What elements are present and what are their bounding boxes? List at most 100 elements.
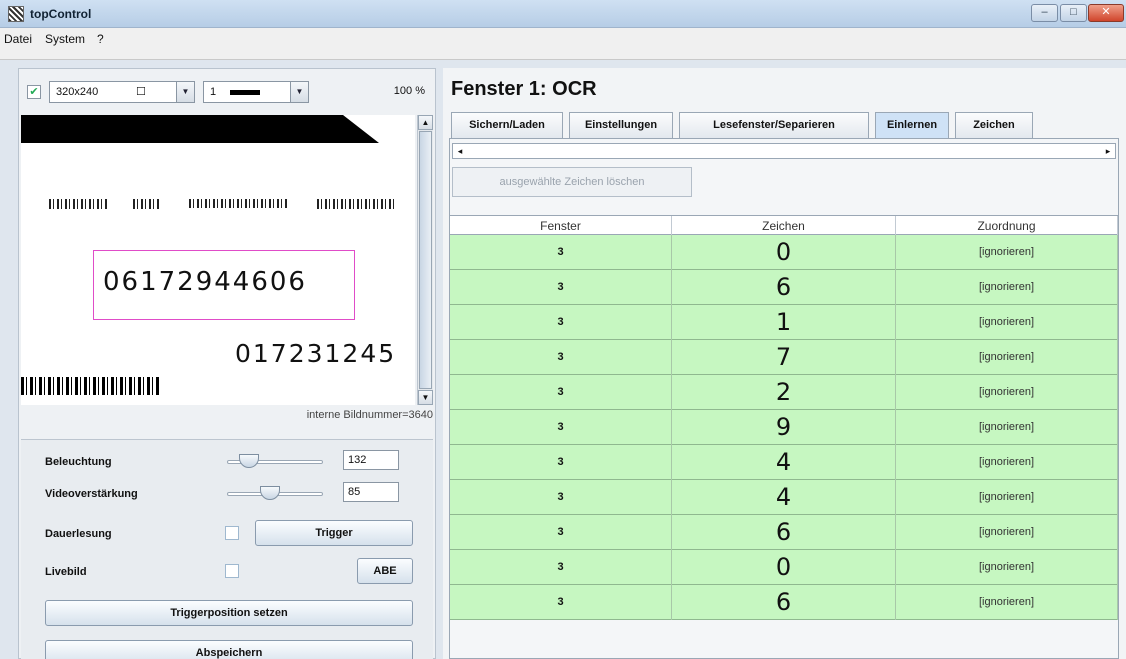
column-header-zeichen[interactable]: Zeichen xyxy=(672,216,896,236)
app-icon xyxy=(8,6,24,22)
cell-fenster[interactable]: 3 xyxy=(450,445,672,480)
abe-button[interactable]: ABE xyxy=(357,558,413,584)
column-header-zuordnung[interactable]: Zuordnung xyxy=(896,216,1118,236)
page-title: Fenster 1: OCR xyxy=(451,78,597,100)
table-row[interactable]: 3 2 [ignorieren] xyxy=(450,375,1118,410)
slider-thumb[interactable] xyxy=(260,486,280,500)
trigger-position-button[interactable]: Triggerposition setzen xyxy=(45,600,413,626)
column-header-fenster[interactable]: Fenster xyxy=(450,216,672,236)
table-row[interactable]: 3 6 [ignorieren] xyxy=(450,585,1118,620)
slider-thumb[interactable] xyxy=(239,454,259,468)
tab-characters[interactable]: Zeichen xyxy=(955,112,1033,138)
table-row[interactable]: 3 7 [ignorieren] xyxy=(450,340,1118,375)
cell-zuordnung[interactable]: [ignorieren] xyxy=(896,480,1118,515)
close-button[interactable]: ✕ xyxy=(1088,4,1124,22)
cell-zuordnung[interactable]: [ignorieren] xyxy=(896,410,1118,445)
cell-zuordnung[interactable]: [ignorieren] xyxy=(896,585,1118,620)
cell-zuordnung[interactable]: [ignorieren] xyxy=(896,375,1118,410)
camera-enable-checkbox[interactable]: ✔ xyxy=(27,85,41,99)
cell-fenster[interactable]: 3 xyxy=(450,305,672,340)
channel-select[interactable]: 1 ▼ xyxy=(203,81,309,103)
cell-zeichen[interactable]: 6 xyxy=(672,585,896,620)
live-label: Livebild xyxy=(45,566,87,578)
table-row[interactable]: 3 6 [ignorieren] xyxy=(450,515,1118,550)
minimize-button[interactable]: – xyxy=(1031,4,1058,22)
cell-fenster[interactable]: 3 xyxy=(450,270,672,305)
table-row[interactable]: 3 4 [ignorieren] xyxy=(450,480,1118,515)
live-checkbox[interactable] xyxy=(225,564,239,578)
maximize-button[interactable]: □ xyxy=(1060,4,1087,22)
tab-teach[interactable]: Einlernen xyxy=(875,112,949,138)
continuous-label: Dauerlesung xyxy=(45,528,112,540)
tab-read-window[interactable]: Lesefenster/Separieren xyxy=(679,112,869,138)
cell-fenster[interactable]: 3 xyxy=(450,515,672,550)
continuous-checkbox[interactable] xyxy=(225,526,239,540)
cell-zuordnung[interactable]: [ignorieren] xyxy=(896,515,1118,550)
chevron-down-icon[interactable]: ▼ xyxy=(290,82,308,102)
image-label-main: 06172944606 xyxy=(103,267,307,297)
scroll-left-icon[interactable]: ◂ xyxy=(453,144,467,158)
cell-fenster[interactable]: 3 xyxy=(450,410,672,445)
scroll-up-icon[interactable]: ▲ xyxy=(418,115,433,130)
cell-fenster[interactable]: 3 xyxy=(450,340,672,375)
chevron-down-icon[interactable]: ▼ xyxy=(176,82,194,102)
cell-zeichen[interactable]: 1 xyxy=(672,305,896,340)
trigger-button[interactable]: Trigger xyxy=(255,520,413,546)
cell-fenster[interactable]: 3 xyxy=(450,585,672,620)
printed-marks xyxy=(189,199,289,208)
cell-fenster[interactable]: 3 xyxy=(450,480,672,515)
cell-zeichen[interactable]: 9 xyxy=(672,410,896,445)
cell-fenster[interactable]: 3 xyxy=(450,550,672,585)
illumination-slider[interactable] xyxy=(227,454,323,468)
scroll-thumb[interactable] xyxy=(419,131,432,389)
delete-selected-characters-button[interactable]: ausgewählte Zeichen löschen xyxy=(452,167,692,197)
cell-zuordnung[interactable]: [ignorieren] xyxy=(896,305,1118,340)
resolution-select[interactable]: 320x240 ☐ ▼ xyxy=(49,81,195,103)
printed-marks xyxy=(133,199,161,209)
tab-save-load[interactable]: Sichern/Laden xyxy=(451,112,563,138)
menu-datei[interactable]: Datei xyxy=(4,32,32,46)
cell-zuordnung[interactable]: [ignorieren] xyxy=(896,550,1118,585)
line-thickness-icon xyxy=(230,90,260,95)
tab-content: ◂ ▸ ausgewählte Zeichen löschen Fenster … xyxy=(449,138,1119,659)
table-row[interactable]: 3 1 [ignorieren] xyxy=(450,305,1118,340)
cell-zeichen[interactable]: 4 xyxy=(672,445,896,480)
cell-zeichen[interactable]: 0 xyxy=(672,550,896,585)
cell-zeichen[interactable]: 4 xyxy=(672,480,896,515)
camera-toolbar: ✔ 320x240 ☐ ▼ 1 ▼ 100 % xyxy=(19,69,435,115)
cell-fenster[interactable]: 3 xyxy=(450,375,672,410)
cell-zeichen[interactable]: 7 xyxy=(672,340,896,375)
gain-label: Videoverstärkung xyxy=(45,488,138,500)
menu-help[interactable]: ? xyxy=(97,32,104,46)
cell-zuordnung[interactable]: [ignorieren] xyxy=(896,445,1118,480)
tab-settings[interactable]: Einstellungen xyxy=(569,112,673,138)
cell-zuordnung[interactable]: [ignorieren] xyxy=(896,340,1118,375)
table-row[interactable]: 3 4 [ignorieren] xyxy=(450,445,1118,480)
gain-value[interactable]: 85 xyxy=(343,482,399,502)
menu-system[interactable]: System xyxy=(45,32,85,46)
cell-zuordnung[interactable]: [ignorieren] xyxy=(896,270,1118,305)
printed-marks xyxy=(49,199,109,209)
window-title: topControl xyxy=(30,7,92,21)
cell-zeichen[interactable]: 0 xyxy=(672,235,896,270)
cell-zeichen[interactable]: 2 xyxy=(672,375,896,410)
table-row[interactable]: 3 9 [ignorieren] xyxy=(450,410,1118,445)
save-button[interactable]: Abspeichern xyxy=(45,640,413,659)
camera-image[interactable]: 06172944606 017231245 xyxy=(21,115,415,405)
characters-table: Fenster Zeichen Zuordnung 3 0 [ignorieren]… xyxy=(450,215,1118,620)
image-scrollbar[interactable]: ▲ ▼ xyxy=(417,115,433,405)
table-row[interactable]: 3 0 [ignorieren] xyxy=(450,235,1118,270)
horizontal-scrollbar[interactable]: ◂ ▸ xyxy=(452,143,1116,159)
cell-fenster[interactable]: 3 xyxy=(450,235,672,270)
illumination-value[interactable]: 132 xyxy=(343,450,399,470)
scroll-right-icon[interactable]: ▸ xyxy=(1101,144,1115,158)
zoom-level: 100 % xyxy=(393,85,425,97)
table-row[interactable]: 3 6 [ignorieren] xyxy=(450,270,1118,305)
gain-slider[interactable] xyxy=(227,486,323,500)
cell-zeichen[interactable]: 6 xyxy=(672,270,896,305)
cell-zeichen[interactable]: 6 xyxy=(672,515,896,550)
scroll-down-icon[interactable]: ▼ xyxy=(418,390,433,405)
table-row[interactable]: 3 0 [ignorieren] xyxy=(450,550,1118,585)
cell-zuordnung[interactable]: [ignorieren] xyxy=(896,235,1118,270)
camera-controls: Beleuchtung 132 Videoverstärkung 85 Daue… xyxy=(21,439,433,659)
